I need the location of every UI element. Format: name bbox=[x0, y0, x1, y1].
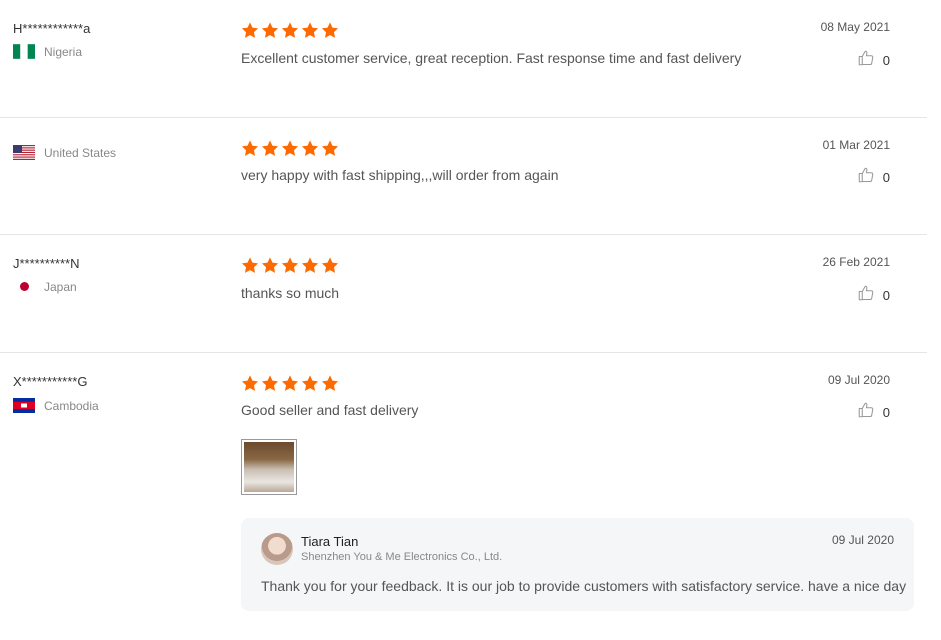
review-text: thanks so much bbox=[241, 285, 340, 301]
reviewer-country: Cambodia bbox=[13, 398, 99, 413]
reviewer-name: J**********N bbox=[13, 256, 80, 271]
review-photo-image bbox=[244, 442, 294, 492]
seller-name: Tiara Tian bbox=[301, 534, 359, 549]
like-count: 0 bbox=[882, 53, 890, 68]
nigeria-flag-icon bbox=[13, 44, 35, 59]
japan-flag-icon bbox=[13, 279, 35, 294]
star-icon bbox=[240, 374, 260, 393]
star-icon bbox=[280, 21, 300, 40]
review-item: United States very happy with fast shipp… bbox=[0, 118, 927, 235]
thumbs-up-icon[interactable] bbox=[857, 166, 875, 189]
review-item: J**********N Japan thanks so much 26 Feb… bbox=[0, 235, 927, 353]
thumbs-up-icon[interactable] bbox=[857, 284, 875, 307]
star-icon bbox=[320, 139, 340, 158]
review-item: H************a Nigeria Excellent custome… bbox=[0, 0, 927, 118]
star-rating bbox=[240, 139, 340, 158]
star-icon bbox=[260, 374, 280, 393]
star-icon bbox=[300, 139, 320, 158]
review-date: 26 Feb 2021 bbox=[822, 255, 890, 269]
star-icon bbox=[300, 374, 320, 393]
star-icon bbox=[320, 256, 340, 275]
like-count: 0 bbox=[882, 170, 890, 185]
review-text: Excellent customer service, great recept… bbox=[241, 50, 742, 66]
star-icon bbox=[260, 139, 280, 158]
seller-company: Shenzhen You & Me Electronics Co., Ltd. bbox=[301, 551, 503, 563]
star-rating bbox=[240, 21, 340, 40]
star-icon bbox=[240, 21, 260, 40]
star-icon bbox=[280, 374, 300, 393]
star-icon bbox=[240, 256, 260, 275]
country-name: Nigeria bbox=[44, 44, 83, 59]
star-rating bbox=[240, 256, 340, 275]
like-button[interactable]: 0 bbox=[857, 166, 890, 189]
review-photo-thumbnail[interactable] bbox=[241, 439, 297, 495]
star-icon bbox=[320, 374, 340, 393]
star-rating bbox=[240, 374, 340, 393]
like-button[interactable]: 0 bbox=[857, 284, 890, 307]
reviewer-country: United States bbox=[13, 145, 116, 160]
review-date: 01 Mar 2021 bbox=[822, 138, 890, 152]
reviewer-name: X***********G bbox=[13, 374, 88, 389]
star-icon bbox=[280, 256, 300, 275]
seller-reply: Tiara Tian Shenzhen You & Me Electronics… bbox=[241, 518, 914, 611]
star-icon bbox=[300, 21, 320, 40]
seller-avatar bbox=[261, 533, 293, 565]
review-date: 09 Jul 2020 bbox=[827, 373, 890, 387]
country-name: Cambodia bbox=[44, 398, 99, 413]
thumbs-up-icon[interactable] bbox=[857, 49, 875, 72]
review-text: Good seller and fast delivery bbox=[241, 402, 419, 418]
like-button[interactable]: 0 bbox=[857, 401, 890, 424]
like-count: 0 bbox=[882, 288, 890, 303]
country-name: United States bbox=[44, 145, 117, 160]
star-icon bbox=[240, 139, 260, 158]
like-button[interactable]: 0 bbox=[857, 49, 890, 72]
review-date: 08 May 2021 bbox=[820, 20, 890, 34]
reply-date: 09 Jul 2020 bbox=[831, 533, 894, 547]
reviewer-country: Nigeria bbox=[13, 44, 82, 59]
united-states-flag-icon bbox=[13, 145, 35, 160]
star-icon bbox=[300, 256, 320, 275]
reviewer-name: H************a bbox=[13, 21, 91, 36]
country-name: Japan bbox=[44, 279, 77, 294]
review-item: X***********G Cambodia Good seller and f… bbox=[0, 353, 927, 640]
reviewer-country: Japan bbox=[13, 279, 77, 294]
star-icon bbox=[320, 21, 340, 40]
cambodia-flag-icon bbox=[13, 398, 35, 413]
like-count: 0 bbox=[882, 405, 890, 420]
star-icon bbox=[260, 21, 280, 40]
review-text: very happy with fast shipping,,,will ord… bbox=[241, 167, 559, 183]
reply-text: Thank you for your feedback. It is our j… bbox=[261, 578, 907, 594]
star-icon bbox=[280, 139, 300, 158]
star-icon bbox=[260, 256, 280, 275]
thumbs-up-icon[interactable] bbox=[857, 401, 875, 424]
